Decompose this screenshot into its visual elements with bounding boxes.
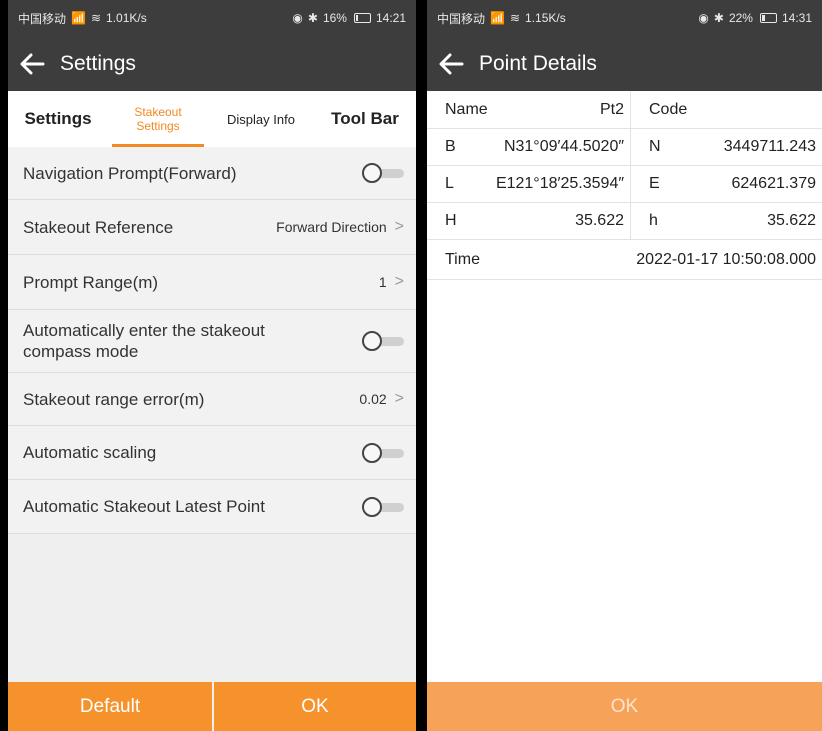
- name-label: Name: [445, 100, 488, 118]
- setting-label: Navigation Prompt(Forward): [23, 163, 237, 183]
- setting-label: Automatic Stakeout Latest Point: [23, 497, 265, 516]
- ok-button[interactable]: OK: [214, 682, 416, 731]
- tab-label: Display Info: [227, 111, 295, 127]
- app-bar: Point Details: [427, 36, 822, 91]
- eye-icon: ◉: [292, 11, 303, 25]
- battery-icon: [759, 13, 777, 23]
- code-value: [691, 91, 822, 128]
- back-arrow-icon[interactable]: [437, 50, 465, 78]
- auto-stakeout-latest-toggle[interactable]: [362, 496, 404, 517]
- net-speed: 1.15K/s: [525, 11, 566, 25]
- ok-button[interactable]: OK: [427, 682, 822, 731]
- chevron-right-icon: >: [394, 390, 404, 407]
- setting-value: Forward Direction: [276, 219, 387, 235]
- default-button[interactable]: Default: [8, 682, 212, 731]
- code-label: Code: [649, 100, 688, 118]
- setting-stakeout-reference[interactable]: Stakeout Reference Forward Direction >: [8, 200, 416, 255]
- h-value: 35.622: [461, 203, 631, 239]
- settings-list: Navigation Prompt(Forward) Stakeout Refe…: [8, 147, 416, 534]
- setting-value: 0.02: [359, 391, 387, 407]
- time-label: Time: [445, 250, 480, 268]
- setting-label: Automatic scaling: [23, 443, 157, 462]
- bottom-actions: Default OK: [8, 682, 416, 731]
- setting-auto-stakeout-latest[interactable]: Automatic Stakeout Latest Point: [8, 480, 416, 534]
- tab-bar: Settings Stakeout Settings Display Info …: [8, 91, 416, 147]
- l-label: L: [445, 175, 454, 192]
- tab-tool-bar[interactable]: Tool Bar: [314, 91, 416, 147]
- app-bar: Settings: [8, 36, 416, 91]
- tab-display-info[interactable]: Display Info: [208, 91, 314, 147]
- carrier-label: 中国移动: [18, 11, 67, 26]
- h-label: H: [445, 212, 457, 229]
- setting-auto-compass-mode[interactable]: Automatically enter the stakeout compass…: [8, 310, 416, 373]
- setting-label: Automatically enter the stakeout compass…: [23, 321, 265, 361]
- chevron-right-icon: >: [394, 218, 404, 235]
- point-details-screen: 中国移动 📶 ≋ 1.15K/s ◉ ✱ 22% 14:31 Point Det…: [427, 0, 822, 731]
- signal-icon: 📶: [490, 11, 505, 25]
- navigation-prompt-toggle[interactable]: [362, 163, 404, 183]
- tab-label: Stakeout Settings: [134, 105, 182, 133]
- setting-label: Prompt Range(m): [23, 272, 159, 292]
- automatic-scaling-toggle[interactable]: [362, 442, 404, 463]
- bluetooth-icon: ✱: [307, 11, 318, 25]
- tab-label: Tool Bar: [331, 109, 399, 128]
- time-value: 2022-01-17 10:50:08.000: [636, 250, 816, 268]
- tab-settings[interactable]: Settings: [8, 91, 108, 147]
- e-value: 624621.379: [731, 175, 816, 192]
- battery-percent: 16%: [322, 11, 347, 25]
- table-row: H 35.622 h 35.622: [427, 203, 822, 240]
- point-details-table: Name Pt2 Code B N31°09′44.5020″ N 344971…: [427, 91, 822, 280]
- ellipsoid-h-value: 35.622: [767, 212, 816, 229]
- setting-label: Stakeout range error(m): [23, 389, 205, 409]
- net-speed: 1.01K/s: [106, 11, 147, 25]
- battery-icon: [353, 13, 371, 23]
- b-label: B: [445, 138, 456, 155]
- clock: 14:31: [781, 11, 812, 25]
- b-value: N31°09′44.5020″: [461, 129, 631, 165]
- battery-percent: 22%: [728, 11, 753, 25]
- setting-label: Stakeout Reference: [23, 217, 174, 237]
- page-title: Point Details: [479, 51, 597, 75]
- eye-icon: ◉: [698, 11, 709, 25]
- auto-compass-toggle[interactable]: [362, 331, 404, 351]
- signal-icon: 📶: [71, 11, 86, 25]
- chevron-right-icon: >: [394, 273, 404, 290]
- clock: 14:21: [375, 11, 406, 25]
- e-label: E: [649, 175, 660, 192]
- tab-label: Settings: [24, 109, 92, 128]
- page-title: Settings: [60, 51, 136, 75]
- name-value: Pt2: [497, 91, 631, 128]
- status-bar: 中国移动 📶 ≋ 1.15K/s ◉ ✱ 22% 14:31: [427, 0, 822, 36]
- settings-screen: 中国移动 📶 ≋ 1.01K/s ◉ ✱ 16% 14:21 Settings …: [8, 0, 416, 731]
- tab-stakeout-settings[interactable]: Stakeout Settings: [108, 91, 208, 147]
- setting-navigation-prompt[interactable]: Navigation Prompt(Forward): [8, 147, 416, 200]
- back-arrow-icon[interactable]: [18, 50, 46, 78]
- setting-stakeout-range-error[interactable]: Stakeout range error(m) 0.02 >: [8, 373, 416, 426]
- status-bar: 中国移动 📶 ≋ 1.01K/s ◉ ✱ 16% 14:21: [8, 0, 416, 36]
- setting-prompt-range[interactable]: Prompt Range(m) 1 >: [8, 255, 416, 310]
- wifi-icon: ≋: [509, 11, 521, 25]
- setting-automatic-scaling[interactable]: Automatic scaling: [8, 426, 416, 480]
- wifi-icon: ≋: [90, 11, 102, 25]
- table-row: L E121°18′25.3594″ E 624621.379: [427, 166, 822, 203]
- setting-value: 1: [378, 274, 387, 290]
- table-row: B N31°09′44.5020″ N 3449711.243: [427, 129, 822, 166]
- table-row: Name Pt2 Code: [427, 91, 822, 129]
- n-label: N: [649, 138, 661, 155]
- table-row: Time 2022-01-17 10:50:08.000: [427, 240, 822, 280]
- n-value: 3449711.243: [723, 138, 816, 155]
- ellipsoid-h-label: h: [649, 212, 658, 229]
- l-value: E121°18′25.3594″: [461, 166, 631, 202]
- bluetooth-icon: ✱: [713, 11, 724, 25]
- carrier-label: 中国移动: [437, 11, 486, 26]
